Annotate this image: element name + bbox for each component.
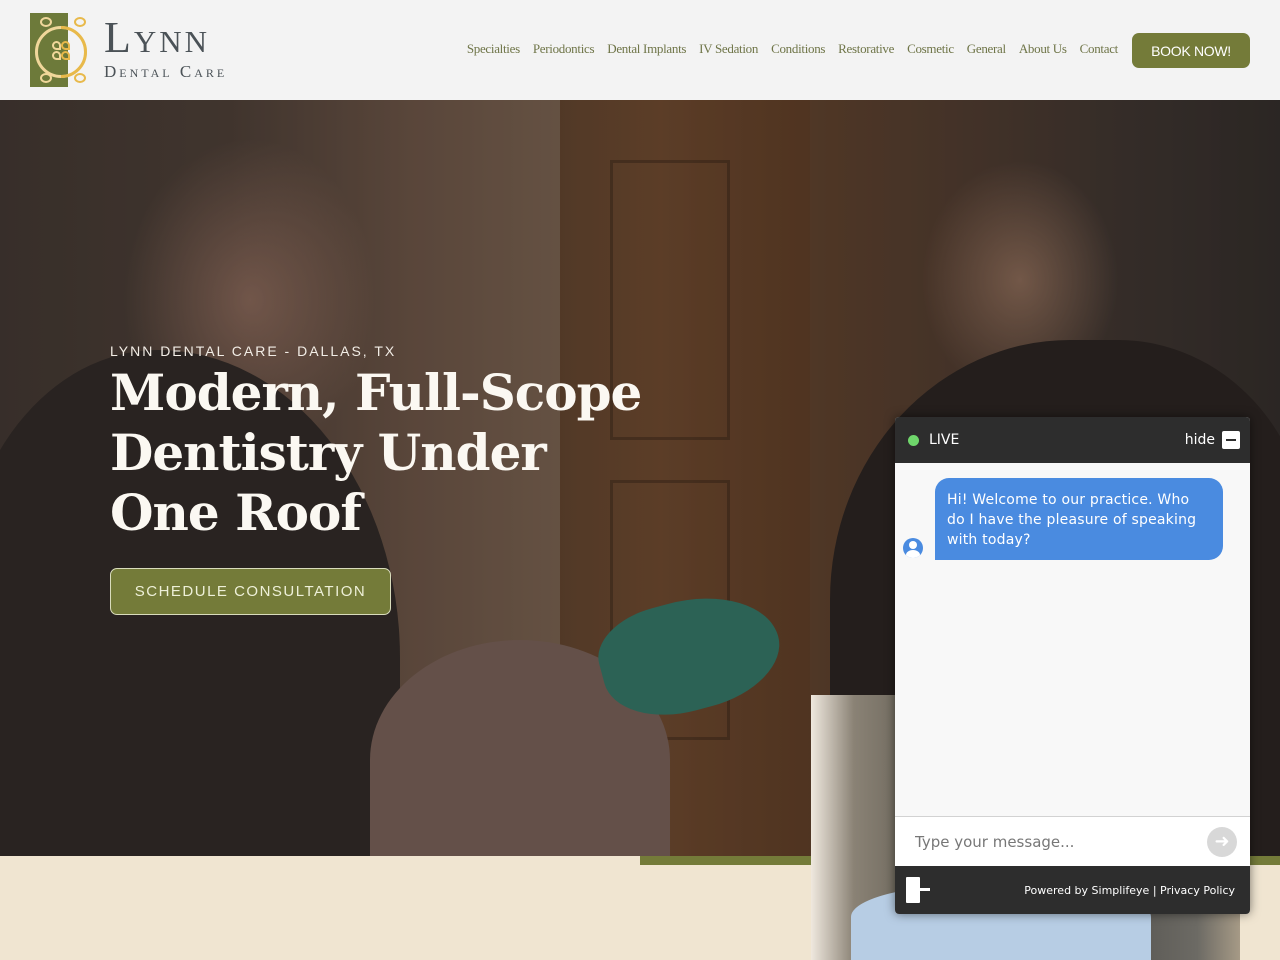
chat-header: LIVE hide — [895, 417, 1250, 463]
nav-periodontics[interactable]: Periodontics — [533, 41, 595, 57]
hero-text: LYNN DENTAL CARE - DALLAS, TX Modern, Fu… — [110, 343, 670, 543]
nav-restorative[interactable]: Restorative — [838, 41, 894, 57]
nav-conditions[interactable]: Conditions — [771, 41, 825, 57]
nav-cosmetic[interactable]: Cosmetic — [907, 41, 954, 57]
nav-contact[interactable]: Contact — [1080, 41, 1119, 57]
logo-name: Lynn — [104, 13, 211, 62]
chat-footer: Powered by Simplifeye | Privacy Policy — [895, 866, 1250, 914]
nav-general[interactable]: General — [967, 41, 1006, 57]
nav-about-us[interactable]: About Us — [1019, 41, 1067, 57]
logo-subtitle: Dental Care — [104, 62, 228, 81]
exit-door-icon[interactable] — [906, 877, 930, 903]
page: Lynn Dental Care Specialties Periodontic… — [0, 0, 1280, 960]
site-header: Lynn Dental Care Specialties Periodontic… — [0, 0, 1280, 100]
send-arrow-icon[interactable]: ➜ — [1207, 826, 1237, 857]
live-status-label: LIVE — [929, 432, 960, 448]
powered-by-link[interactable]: Powered by Simplifeye — [1024, 884, 1149, 897]
logo-emblem-icon — [30, 13, 98, 87]
hero-eyebrow: LYNN DENTAL CARE - DALLAS, TX — [110, 343, 397, 359]
minimize-icon[interactable] — [1222, 431, 1240, 449]
footer-separator: | — [1152, 883, 1157, 897]
chat-message-input[interactable] — [915, 832, 1207, 851]
book-now-button[interactable]: BOOK NOW! — [1132, 33, 1250, 68]
live-status-icon — [908, 434, 919, 446]
schedule-consultation-button[interactable]: SCHEDULE CONSULTATION — [110, 568, 391, 615]
chat-message: Hi! Welcome to our practice. Who do I ha… — [935, 478, 1223, 560]
hide-chat-label[interactable]: hide — [1185, 432, 1215, 448]
chat-widget: LIVE hide Hi! Welcome to our practice. W… — [895, 417, 1250, 914]
logo[interactable]: Lynn Dental Care — [30, 13, 227, 87]
chat-messages: Hi! Welcome to our practice. Who do I ha… — [895, 463, 1250, 816]
privacy-policy-link[interactable]: Privacy Policy — [1160, 884, 1235, 897]
nav-iv-sedation[interactable]: IV Sedation — [699, 41, 758, 57]
agent-avatar-icon — [903, 538, 923, 558]
nav-specialties[interactable]: Specialties — [467, 41, 520, 57]
chat-input-row: ➜ — [895, 816, 1250, 866]
nav-dental-implants[interactable]: Dental Implants — [607, 41, 686, 57]
main-nav: Specialties Periodontics Dental Implants… — [467, 41, 1118, 57]
hero-headline: Modern, Full-Scope Dentistry Under One R… — [110, 363, 642, 542]
